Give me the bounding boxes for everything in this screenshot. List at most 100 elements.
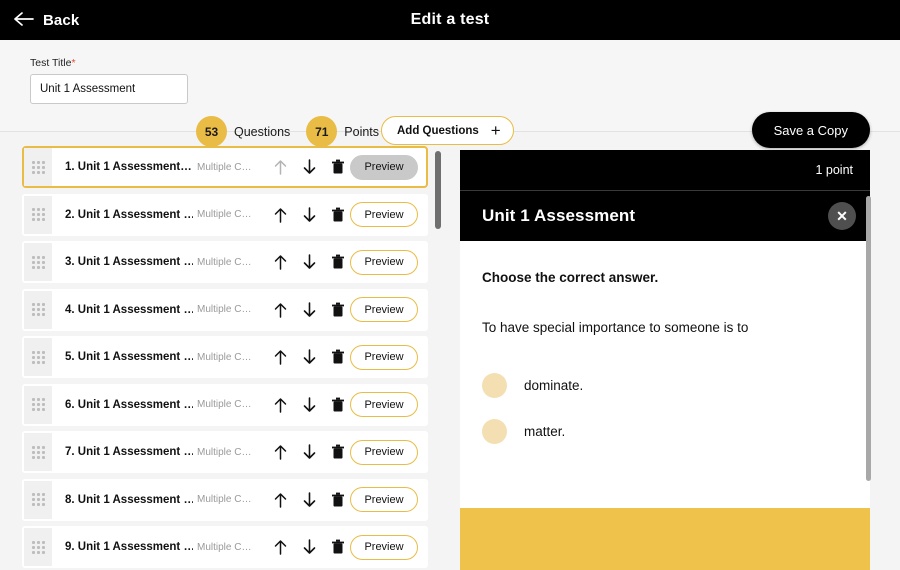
question-row-actions [271, 205, 347, 225]
arrow-down-icon[interactable] [300, 442, 318, 462]
drag-handle[interactable] [24, 528, 52, 566]
question-row-actions [271, 442, 347, 462]
arrow-up-icon[interactable] [271, 205, 289, 225]
trash-icon[interactable] [329, 157, 347, 177]
back-button[interactable]: Back [14, 0, 79, 40]
preview-button[interactable]: Preview [350, 344, 418, 370]
preview-button[interactable]: Preview [350, 439, 418, 465]
preview-instruction: Choose the correct answer. [482, 270, 659, 285]
test-title-label-text: Test Title [30, 57, 72, 69]
add-questions-label: Add Questions [397, 124, 479, 137]
trash-icon[interactable] [329, 395, 347, 415]
arrow-down-icon[interactable] [300, 395, 318, 415]
preview-option[interactable]: matter. [482, 408, 870, 454]
arrow-down-icon[interactable] [300, 252, 318, 272]
question-list-row[interactable]: 7. Unit 1 Assessment … Multiple C… Preview [22, 431, 428, 473]
preview-question-stem: To have special importance to someone is… [482, 320, 749, 335]
question-row-title: 9. Unit 1 Assessment … [65, 541, 193, 553]
page-title: Edit a test [410, 11, 490, 28]
question-preview-panel: 1 point Unit 1 Assessment ✕ Choose the c… [460, 150, 870, 570]
question-row-title: 7. Unit 1 Assessment … [65, 446, 193, 458]
question-list-row[interactable]: 1. Unit 1 Assessment… Multiple C… Preview [22, 146, 428, 188]
preview-body: Choose the correct answer. To have speci… [460, 241, 870, 454]
save-a-copy-button[interactable]: Save a Copy [751, 112, 870, 148]
arrow-down-icon[interactable] [300, 205, 318, 225]
add-questions-button[interactable]: Add Questions + [381, 116, 514, 145]
question-list-row[interactable]: 8. Unit 1 Assessment … Multiple C… Preview [22, 478, 428, 521]
question-row-title: 8. Unit 1 Assessment … [65, 493, 193, 506]
test-title-input[interactable] [30, 74, 188, 104]
trash-icon[interactable] [329, 490, 347, 510]
preview-button[interactable]: Preview [350, 249, 418, 275]
drag-handle[interactable] [24, 148, 52, 186]
plus-icon: + [490, 121, 501, 140]
question-row-type: Multiple C… [197, 304, 252, 315]
arrow-up-icon[interactable] [271, 157, 289, 177]
preview-panel-scrollbar[interactable] [866, 196, 871, 481]
drag-handle[interactable] [24, 243, 52, 281]
question-row-actions [271, 537, 347, 557]
question-list-row[interactable]: 9. Unit 1 Assessment … Multiple C… Preview [22, 526, 428, 568]
preview-option[interactable]: dominate. [482, 362, 870, 408]
question-row-actions [271, 347, 347, 367]
arrow-up-icon[interactable] [271, 537, 289, 557]
close-icon[interactable]: ✕ [828, 202, 856, 230]
arrow-up-icon[interactable] [271, 395, 289, 415]
question-list: 1. Unit 1 Assessment… Multiple C… Preview 2… [22, 146, 442, 570]
question-row-actions [271, 252, 347, 272]
arrow-up-icon[interactable] [271, 442, 289, 462]
points-count-label: Points [344, 124, 380, 139]
edit-toolbar: Test Title* 53 Questions 71 Points Add Q… [0, 40, 900, 148]
question-row-title: 3. Unit 1 Assessment … [65, 256, 193, 268]
arrow-up-icon[interactable] [271, 252, 289, 272]
trash-icon[interactable] [329, 442, 347, 462]
questions-count-label: Questions [234, 124, 291, 139]
trash-icon[interactable] [329, 252, 347, 272]
arrow-down-icon[interactable] [300, 300, 318, 320]
preview-option-label: dominate. [524, 377, 584, 393]
question-row-type: Multiple C… [197, 256, 252, 268]
preview-points-bar: 1 point [460, 150, 870, 191]
preview-button[interactable]: Preview [350, 392, 418, 417]
drag-handle[interactable] [24, 290, 52, 329]
drag-handle-icon [31, 493, 45, 506]
radio-icon[interactable] [482, 372, 507, 398]
arrow-up-icon[interactable] [271, 300, 289, 320]
preview-button[interactable]: Preview [350, 297, 418, 322]
required-marker: * [71, 57, 76, 69]
drag-handle[interactable] [24, 385, 52, 424]
arrow-down-icon[interactable] [300, 537, 318, 557]
questions-count-badge: 53 [196, 116, 227, 147]
arrow-up-icon[interactable] [271, 490, 289, 510]
trash-icon[interactable] [329, 300, 347, 320]
preview-button[interactable]: Preview [350, 487, 418, 512]
arrow-down-icon[interactable] [300, 157, 318, 177]
preview-button[interactable]: Preview [350, 534, 418, 560]
drag-handle[interactable] [24, 480, 52, 519]
preview-button[interactable]: Preview [350, 202, 418, 227]
question-list-row[interactable]: 5. Unit 1 Assessment … Multiple C… Preview [22, 336, 428, 378]
drag-handle[interactable] [24, 433, 52, 471]
app-header: Back Edit a test [0, 0, 900, 40]
test-title-label: Test Title* [30, 57, 188, 69]
question-row-type: Multiple C… [197, 541, 252, 553]
question-row-actions [271, 395, 347, 415]
question-list-row[interactable]: 4. Unit 1 Assessment … Multiple C… Preview [22, 288, 428, 331]
drag-handle[interactable] [24, 338, 52, 376]
question-list-row[interactable]: 6. Unit 1 Assessment … Multiple C… Preview [22, 383, 428, 426]
drag-handle[interactable] [24, 195, 52, 234]
trash-icon[interactable] [329, 205, 347, 225]
radio-icon[interactable] [482, 418, 507, 444]
arrow-down-icon[interactable] [300, 490, 318, 510]
preview-button[interactable]: Preview [350, 154, 418, 180]
arrow-up-icon[interactable] [271, 347, 289, 367]
arrow-down-icon[interactable] [300, 347, 318, 367]
preview-options: dominate. matter. [482, 362, 870, 454]
trash-icon[interactable] [329, 347, 347, 367]
question-list-row[interactable]: 2. Unit 1 Assessment … Multiple C… Preview [22, 193, 428, 236]
test-stats: 53 Questions 71 Points [196, 116, 388, 147]
question-list-scrollbar[interactable] [435, 151, 441, 229]
trash-icon[interactable] [329, 537, 347, 557]
question-list-row[interactable]: 3. Unit 1 Assessment … Multiple C… Preview [22, 241, 428, 283]
question-row-title: 4. Unit 1 Assessment … [65, 303, 193, 316]
